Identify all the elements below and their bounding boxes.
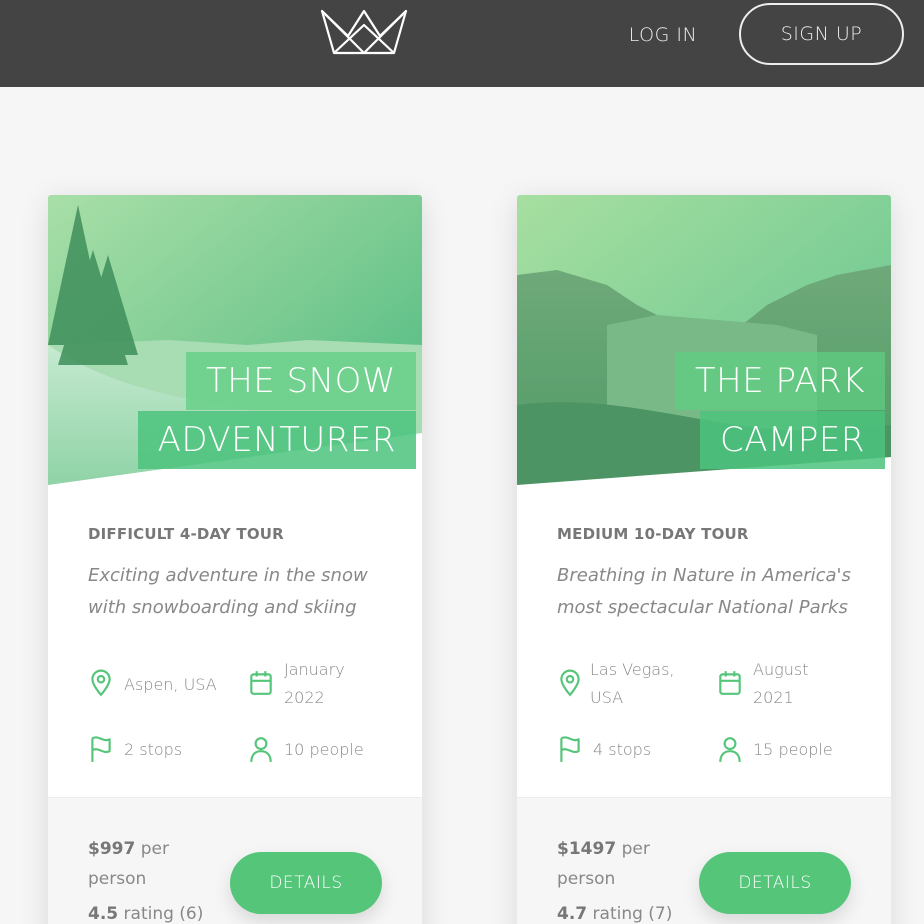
details-button[interactable]: DETAILS: [230, 852, 382, 914]
details-button[interactable]: DETAILS: [699, 852, 851, 914]
calendar-icon: [250, 671, 272, 695]
tour-description: Exciting adventure in the snow with snow…: [88, 565, 368, 618]
tour-title-line-2: ADVENTURER: [137, 411, 416, 469]
tour-description: Breathing in Nature in America's most sp…: [557, 565, 851, 618]
tour-title-line-1: THE SNOW: [185, 352, 416, 410]
price-value: $997: [88, 839, 136, 859]
tour-card-image: THE SNOW ADVENTURER: [48, 195, 422, 485]
tour-location: Las Vegas, USA: [590, 660, 675, 707]
tour-price: $1497 per person: [557, 834, 677, 894]
user-icon: [250, 737, 272, 762]
tour-subtitle: DIFFICULT 4-DAY TOUR: [88, 525, 284, 543]
rating-label: rating (6): [123, 904, 204, 924]
calendar-icon: [719, 671, 741, 695]
tour-rating: 4.5 rating (6): [88, 904, 203, 924]
map-pin-icon: [91, 669, 111, 697]
tour-subtitle: MEDIUM 10-DAY TOUR: [557, 525, 749, 543]
top-navigation-bar: LOG IN SIGN UP: [0, 0, 924, 87]
signup-button[interactable]: SIGN UP: [739, 3, 904, 65]
crown-logo[interactable]: [318, 8, 410, 56]
tour-date: August 2021: [753, 660, 809, 707]
rating-label: rating (7): [592, 904, 673, 924]
tour-location: Aspen, USA: [124, 675, 217, 694]
rating-value: 4.7: [557, 904, 588, 924]
tour-rating: 4.7 rating (7): [557, 904, 672, 924]
tour-card-footer: $1497 per person 4.7 rating (7) DETAILS: [517, 797, 891, 924]
tour-card-footer: $997 per person 4.5 rating (6) DETAILS: [48, 797, 422, 924]
rating-value: 4.5: [88, 904, 119, 924]
tour-card-image: THE PARK CAMPER: [517, 195, 891, 485]
tour-card: THE PARK CAMPER MEDIUM 10-DAY TOUR Breat…: [517, 195, 891, 924]
map-pin-icon: [560, 669, 580, 697]
tour-title-line-2: CAMPER: [700, 411, 885, 469]
price-value: $1497: [557, 839, 617, 859]
tour-people: 10 people: [284, 740, 364, 759]
tour-date: January 2022: [284, 660, 345, 707]
flag-icon: [560, 736, 580, 762]
flag-icon: [91, 736, 111, 762]
tour-people: 15 people: [753, 740, 833, 759]
login-button[interactable]: LOG IN: [610, 14, 716, 56]
user-icon: [719, 737, 741, 762]
tour-price: $997 per person: [88, 834, 208, 894]
tour-card: THE SNOW ADVENTURER DIFFICULT 4-DAY TOUR…: [48, 195, 422, 924]
tour-title-line-1: THE PARK: [674, 352, 885, 410]
tour-stops: 4 stops: [593, 740, 652, 759]
tour-stops: 2 stops: [124, 740, 183, 759]
